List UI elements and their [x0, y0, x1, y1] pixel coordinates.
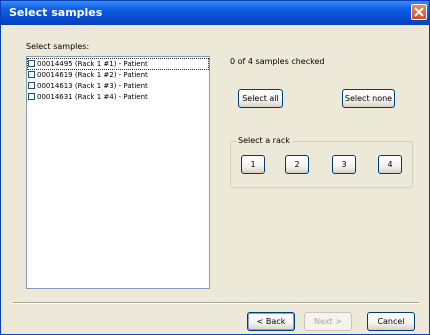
select-samples-dialog: Select samples Select samples: 00014495 …: [0, 0, 430, 335]
sample-checkbox[interactable]: [28, 60, 35, 67]
sample-label: 00014613 (Rack 1 #3) - Patient: [37, 82, 148, 90]
rack-1-button[interactable]: 1: [241, 155, 265, 174]
back-button[interactable]: < Back: [247, 312, 295, 331]
close-button[interactable]: [411, 4, 427, 20]
sample-label: 00014495 (Rack 1 #1) - Patient: [37, 60, 148, 68]
rack-3-button[interactable]: 3: [332, 155, 356, 174]
title-bar[interactable]: Select samples: [1, 1, 429, 25]
rack-2-button[interactable]: 2: [285, 155, 309, 174]
sample-label: 00014631 (Rack 1 #4) - Patient: [37, 93, 148, 101]
window-title: Select samples: [9, 6, 103, 19]
footer-divider: [13, 302, 419, 304]
sample-label: 00014619 (Rack 1 #2) - Patient: [37, 71, 148, 79]
samples-label: Select samples:: [26, 42, 90, 51]
next-button[interactable]: Next >: [304, 312, 352, 331]
cancel-button[interactable]: Cancel: [367, 312, 415, 331]
checked-count-status: 0 of 4 samples checked: [230, 57, 325, 66]
sample-item[interactable]: 00014619 (Rack 1 #2) - Patient: [28, 70, 208, 80]
rack-group-legend: Select a rack: [236, 136, 292, 145]
sample-item[interactable]: 00014613 (Rack 1 #3) - Patient: [28, 81, 208, 91]
samples-list[interactable]: 00014495 (Rack 1 #1) - Patient 00014619 …: [26, 56, 210, 289]
sample-checkbox[interactable]: [28, 82, 35, 89]
sample-checkbox[interactable]: [28, 71, 35, 78]
sample-item[interactable]: 00014495 (Rack 1 #1) - Patient: [27, 58, 209, 70]
select-none-button[interactable]: Select none: [342, 89, 395, 108]
sample-checkbox[interactable]: [28, 93, 35, 100]
sample-item[interactable]: 00014631 (Rack 1 #4) - Patient: [28, 92, 208, 102]
rack-4-button[interactable]: 4: [378, 155, 402, 174]
select-all-button[interactable]: Select all: [238, 89, 283, 108]
